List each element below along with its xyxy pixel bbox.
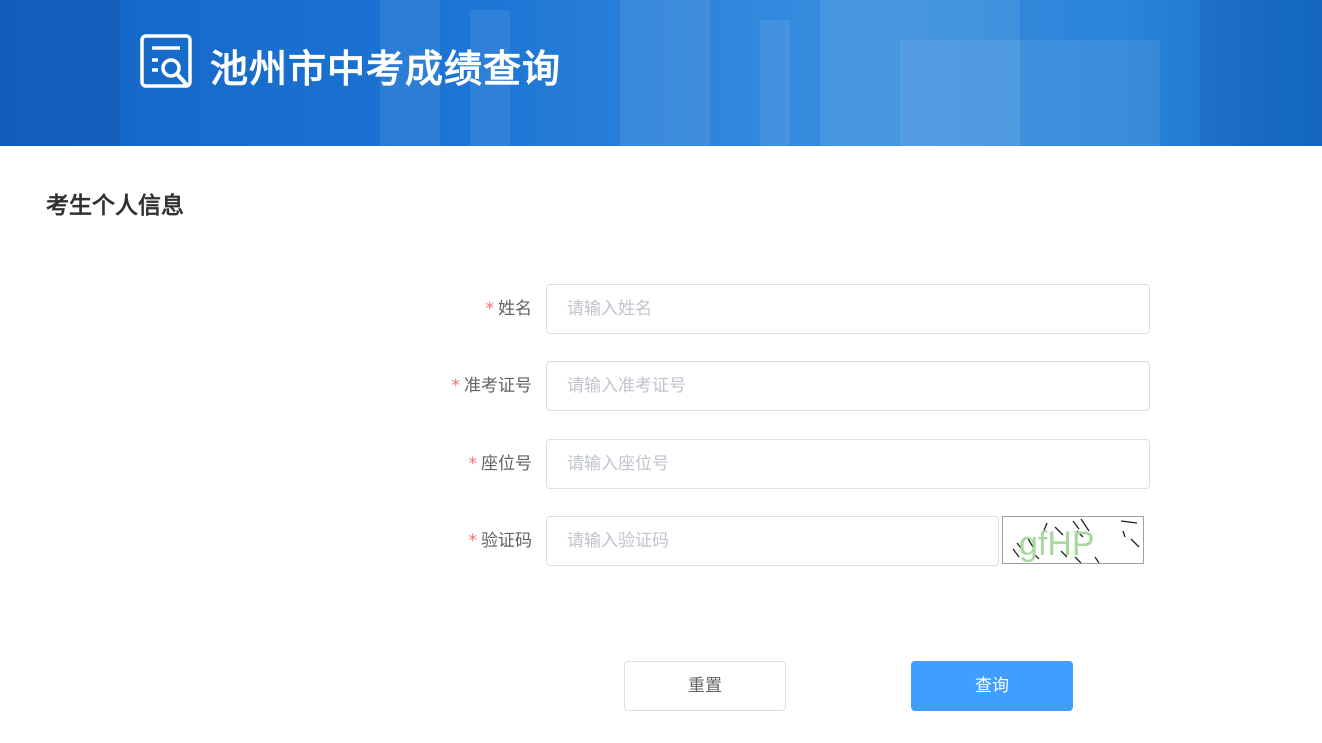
site-title: 池州市中考成绩查询	[210, 47, 562, 91]
seat-number-input[interactable]	[546, 439, 1150, 489]
captcha-image[interactable]: gfHP	[1002, 516, 1144, 564]
exam-number-label: * 准考证号	[452, 361, 533, 411]
seat-number-label: * 座位号	[469, 439, 533, 489]
required-mark: *	[451, 376, 461, 396]
name-input[interactable]	[546, 284, 1150, 334]
section-title: 考生个人信息	[46, 193, 184, 219]
seat-number-label-text: 座位号	[481, 454, 532, 474]
required-mark: *	[485, 299, 495, 319]
captcha-text: gfHP	[1019, 525, 1095, 563]
name-label: * 姓名	[486, 284, 533, 334]
header-banner: 池州市中考成绩查询	[0, 0, 1322, 146]
captcha-noise: gfHP	[1012, 518, 1140, 563]
form-row-name: * 姓名	[0, 284, 1322, 334]
exam-number-label-text: 准考证号	[464, 376, 532, 396]
captcha-label: * 验证码	[469, 516, 533, 566]
exam-number-input[interactable]	[546, 361, 1150, 411]
search-document-icon	[140, 34, 192, 88]
name-label-text: 姓名	[498, 299, 532, 319]
query-button[interactable]: 查询	[911, 661, 1073, 711]
form-row-seat-number: * 座位号	[0, 439, 1322, 489]
form-row-exam-number: * 准考证号	[0, 361, 1322, 411]
captcha-label-text: 验证码	[481, 531, 532, 551]
form-row-captcha: *验证码 gfHP	[0, 516, 1322, 566]
required-mark: *	[468, 454, 478, 474]
captcha-input[interactable]	[546, 516, 999, 566]
required-mark: *	[468, 531, 478, 551]
reset-button[interactable]: 重置	[624, 661, 786, 711]
